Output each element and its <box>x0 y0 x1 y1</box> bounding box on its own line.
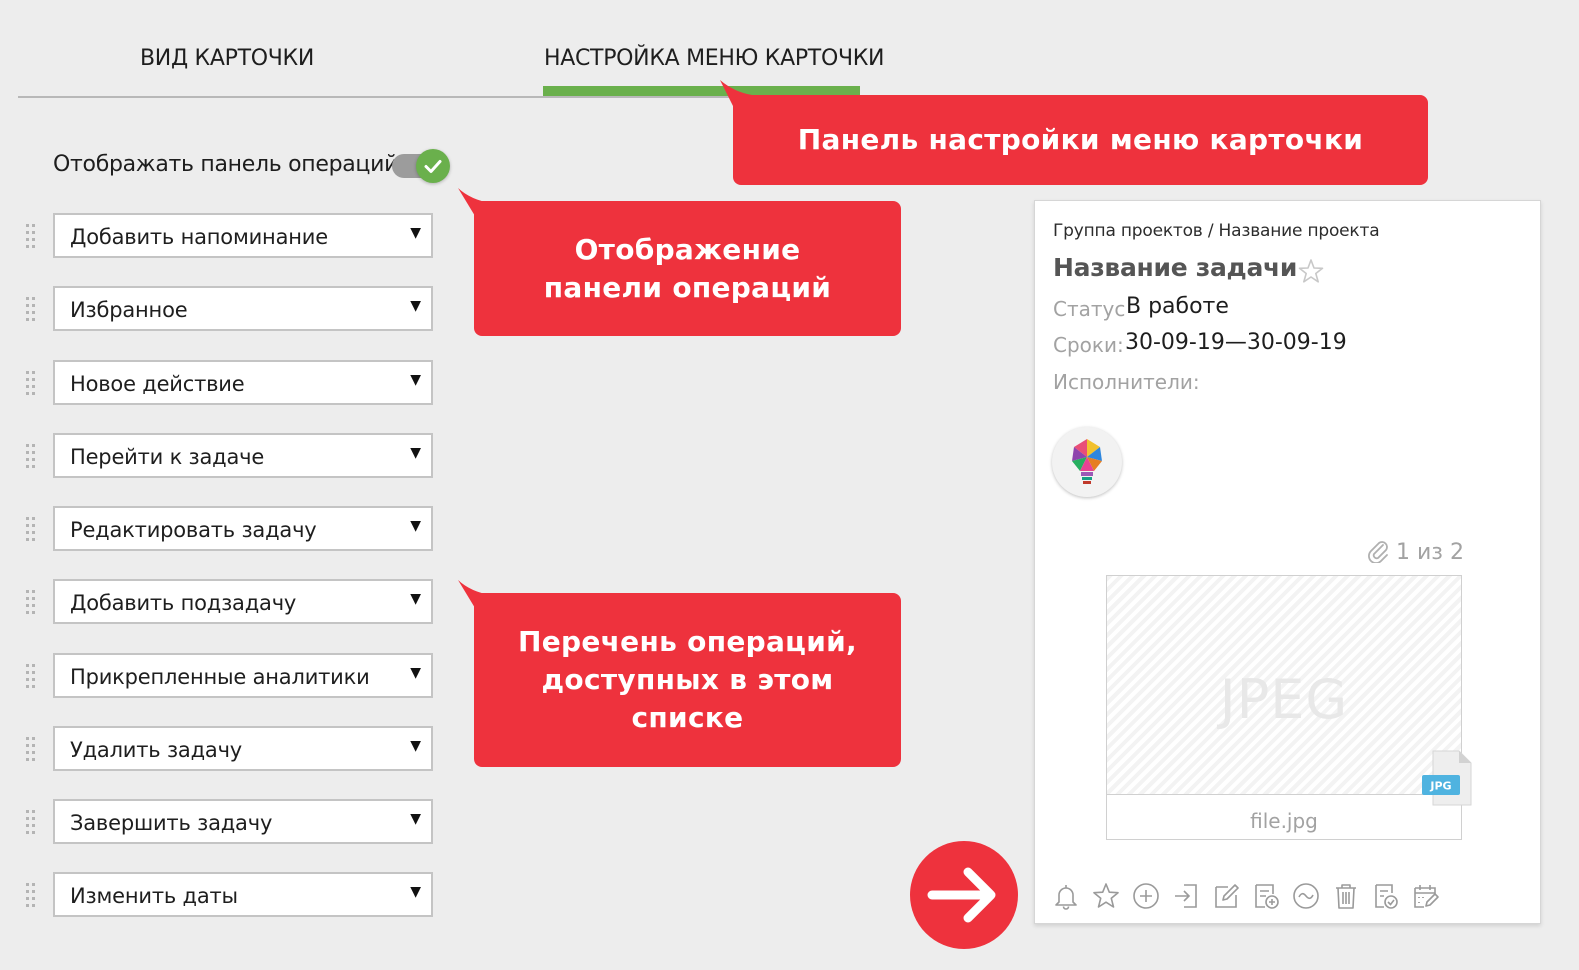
attachment-type-watermark: JPEG <box>1219 668 1349 731</box>
callout-operations-list: Перечень операций, доступных в этом спис… <box>474 593 901 767</box>
attachment-counter[interactable]: 1 из 2 <box>1367 539 1464 565</box>
star-icon[interactable] <box>1091 881 1121 911</box>
operation-row: Удалить задачу ▼ <box>22 726 442 774</box>
drag-handle-icon[interactable] <box>25 661 37 691</box>
operation-row: Завершить задачу ▼ <box>22 799 442 847</box>
drag-handle-icon[interactable] <box>25 221 37 251</box>
dropdown-arrow-icon: ▼ <box>410 298 421 314</box>
callout-text: Панель настройки меню карточки <box>797 123 1364 156</box>
operation-row: Перейти к задаче ▼ <box>22 433 442 481</box>
drag-handle-icon[interactable] <box>25 514 37 544</box>
tab-card-view[interactable]: ВИД КАРТОЧКИ <box>140 46 314 71</box>
plus-circle-icon[interactable] <box>1131 881 1161 911</box>
breadcrumb[interactable]: Группа проектов / Название проекта <box>1053 221 1380 241</box>
drag-handle-icon[interactable] <box>25 734 37 764</box>
attachment-thumbnail: JPEG <box>1107 576 1461 795</box>
tab-card-menu-settings[interactable]: НАСТРОЙКА МЕНЮ КАРТОЧКИ <box>544 46 885 71</box>
jpg-file-icon: JPG <box>1422 750 1472 806</box>
task-title[interactable]: Название задачи <box>1053 253 1297 282</box>
attachment-file-name: file.jpg <box>1250 809 1318 833</box>
operation-select[interactable]: Новое действие ▼ <box>53 360 433 405</box>
dropdown-arrow-icon: ▼ <box>410 738 421 754</box>
edit-icon[interactable] <box>1211 881 1241 911</box>
operation-select[interactable]: Избранное ▼ <box>53 286 433 331</box>
add-subtask-icon[interactable] <box>1251 881 1281 911</box>
dropdown-arrow-icon: ▼ <box>410 811 421 827</box>
callout-text-line: списке <box>631 701 744 734</box>
dates-label: Сроки: <box>1053 333 1124 357</box>
avatar[interactable] <box>1052 427 1122 497</box>
dropdown-arrow-icon: ▼ <box>410 591 421 607</box>
status-label: Статус <box>1053 297 1126 321</box>
status-value: В работе <box>1126 294 1229 319</box>
dropdown-arrow-icon: ▼ <box>410 665 421 681</box>
operation-select-value: Новое действие <box>70 372 245 396</box>
bell-icon[interactable] <box>1051 881 1081 911</box>
operation-row: Новое действие ▼ <box>22 360 442 408</box>
attachment-counter-text: 1 из 2 <box>1396 540 1464 565</box>
dropdown-arrow-icon: ▼ <box>410 518 421 534</box>
task-card-preview: Группа проектов / Название проекта Назва… <box>1034 200 1541 924</box>
complete-task-icon[interactable] <box>1371 881 1401 911</box>
calendar-edit-icon[interactable] <box>1411 881 1441 911</box>
file-badge-label: JPG <box>1429 780 1451 793</box>
trash-icon[interactable] <box>1331 881 1361 911</box>
arrow-right-icon <box>927 867 996 923</box>
drag-handle-icon[interactable] <box>25 294 37 324</box>
operation-select[interactable]: Удалить задачу ▼ <box>53 726 433 771</box>
operation-row: Изменить даты ▼ <box>22 872 442 920</box>
operation-select-value: Изменить даты <box>70 884 238 908</box>
paperclip-icon <box>1368 541 1388 564</box>
operation-select-value: Завершить задачу <box>70 811 273 835</box>
next-button[interactable] <box>910 841 1018 949</box>
operation-row: Добавить напоминание ▼ <box>22 213 442 261</box>
operation-select[interactable]: Прикрепленные аналитики ▼ <box>53 653 433 698</box>
operation-select-value: Перейти к задаче <box>70 445 265 469</box>
attachment-preview[interactable]: JPEG file.jpg <box>1106 575 1462 840</box>
operation-select-value: Добавить подзадачу <box>70 591 297 615</box>
callout-text-line: доступных в этом <box>541 663 834 696</box>
operation-row: Редактировать задачу ▼ <box>22 506 442 554</box>
dropdown-arrow-icon: ▼ <box>410 372 421 388</box>
operation-select[interactable]: Добавить напоминание ▼ <box>53 213 433 258</box>
drag-handle-icon[interactable] <box>25 587 37 617</box>
drag-handle-icon[interactable] <box>25 807 37 837</box>
operation-select-value: Редактировать задачу <box>70 518 317 542</box>
goto-icon[interactable] <box>1171 881 1201 911</box>
favorite-star-icon[interactable] <box>1297 257 1325 285</box>
operation-select-value: Прикрепленные аналитики <box>70 665 370 689</box>
operation-select-value: Добавить напоминание <box>70 225 328 249</box>
drag-handle-icon[interactable] <box>25 368 37 398</box>
callout-operations-panel-display: Отображение панели операций <box>474 201 901 336</box>
callout-text-line: панели операций <box>543 271 832 304</box>
dropdown-arrow-icon: ▼ <box>410 445 421 461</box>
dropdown-arrow-icon: ▼ <box>410 884 421 900</box>
dates-value: 30-09-19—30-09-19 <box>1125 330 1347 355</box>
operation-select[interactable]: Добавить подзадачу ▼ <box>53 579 433 624</box>
operation-select[interactable]: Редактировать задачу ▼ <box>53 506 433 551</box>
drag-handle-icon[interactable] <box>25 441 37 471</box>
operation-row: Прикрепленные аналитики ▼ <box>22 653 442 701</box>
operation-row: Избранное ▼ <box>22 286 442 334</box>
callout-menu-settings-panel: Панель настройки меню карточки <box>733 95 1428 185</box>
toggle-knob <box>416 149 450 183</box>
assignees-label: Исполнители: <box>1053 370 1200 394</box>
analytics-icon[interactable] <box>1291 881 1321 911</box>
dropdown-arrow-icon: ▼ <box>410 225 421 241</box>
callout-text-line: Отображение <box>574 233 801 266</box>
operation-select[interactable]: Завершить задачу ▼ <box>53 799 433 844</box>
lightbulb-avatar-icon <box>1072 439 1102 484</box>
check-icon <box>424 160 442 173</box>
drag-handle-icon[interactable] <box>25 880 37 910</box>
show-operations-panel-toggle[interactable] <box>392 149 450 183</box>
operation-select[interactable]: Перейти к задаче ▼ <box>53 433 433 478</box>
callout-text-line: Перечень операций, <box>517 625 857 658</box>
show-operations-panel-label: Отображать панель операций <box>53 152 399 177</box>
operation-select-value: Избранное <box>70 298 188 322</box>
operation-select[interactable]: Изменить даты ▼ <box>53 872 433 917</box>
operation-select-value: Удалить задачу <box>70 738 242 762</box>
operation-row: Добавить подзадачу ▼ <box>22 579 442 627</box>
